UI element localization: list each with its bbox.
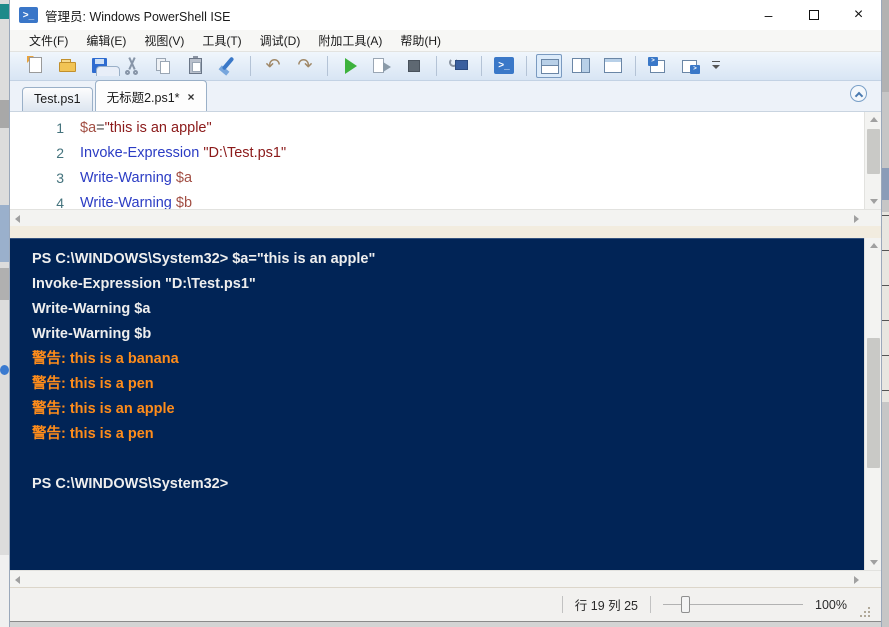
toolbar-separator [250, 56, 251, 76]
save-icon[interactable] [87, 54, 120, 78]
editor-vertical-scrollbar[interactable] [864, 112, 881, 209]
menu-item-6[interactable]: 帮助(H) [391, 30, 450, 51]
zoom-slider-thumb[interactable] [681, 595, 691, 613]
new-powershell-tab-icon[interactable]: > [645, 54, 671, 78]
minimize-button[interactable]: – [746, 0, 791, 30]
zoom-level: 100% [815, 597, 847, 612]
editor-line[interactable]: Write-Warning $a [80, 166, 864, 191]
toolbar-separator [635, 56, 636, 76]
clear-console-pane-icon[interactable] [215, 54, 241, 78]
start-powershell-icon[interactable]: >_ [491, 54, 517, 78]
show-script-pane-right-icon[interactable] [568, 54, 594, 78]
line-number: 2 [56, 145, 64, 161]
scroll-up-icon[interactable] [870, 243, 878, 248]
maximize-button[interactable] [791, 0, 836, 30]
line-number: 3 [56, 170, 64, 186]
script-code-area[interactable]: $a="this is an apple" Invoke-Expression "… [80, 112, 864, 211]
status-separator [561, 596, 563, 613]
resize-grip-icon[interactable] [859, 606, 871, 618]
tab-label: Test.ps1 [34, 92, 81, 106]
title-bar: >_ 管理员: Windows PowerShell ISE – × [10, 0, 881, 30]
toolbar-separator [436, 56, 437, 76]
toolbar-separator [481, 56, 482, 76]
run-selection-icon[interactable] [369, 54, 395, 78]
undo-icon[interactable]: ↶ [260, 54, 286, 78]
paste-icon[interactable] [183, 54, 209, 78]
console-line: Invoke-Expression "D:\Test.ps1" [32, 276, 256, 292]
scroll-right-icon[interactable] [854, 576, 859, 584]
window-bottom-edge [10, 621, 881, 627]
pane-splitter[interactable] [10, 226, 881, 238]
script-tab-0[interactable]: Test.ps1 [22, 87, 93, 111]
line-number: 1 [56, 120, 64, 136]
console-horizontal-scrollbar[interactable] [10, 570, 881, 587]
toolbar-separator [526, 56, 527, 76]
toolbar-overflow-icon[interactable] [709, 54, 723, 78]
redo-icon[interactable]: ↷ [292, 54, 318, 78]
cut-icon[interactable] [119, 54, 145, 78]
new-remote-powershell-tab-icon[interactable] [446, 54, 472, 78]
menu-item-0[interactable]: 文件(F) [20, 30, 77, 51]
collapse-script-pane-button[interactable] [850, 85, 867, 102]
background-window-right-edge [882, 0, 889, 627]
menu-item-2[interactable]: 视图(V) [135, 30, 193, 51]
background-window-left-edge [0, 0, 9, 627]
script-tab-strip: Test.ps1 无标题2.ps1* × [10, 80, 881, 111]
line-number-gutter: 1234 [10, 112, 80, 211]
console-scroll-thumb[interactable] [867, 338, 880, 468]
menu-bar: 文件(F) 编辑(E) 视图(V) 工具(T) 调试(D) 附加工具(A) 帮助(H) [10, 30, 881, 52]
copy-icon[interactable] [151, 54, 177, 78]
scroll-left-icon[interactable] [15, 576, 20, 584]
scroll-right-icon[interactable] [854, 215, 859, 223]
tab-label: 无标题2.ps1* [106, 91, 180, 105]
console-line: Write-Warning $b [32, 326, 152, 342]
chevron-up-icon [854, 91, 864, 101]
console-vertical-scrollbar[interactable] [864, 238, 881, 570]
status-separator [650, 596, 652, 613]
editor-line[interactable]: $a="this is an apple" [80, 116, 864, 141]
show-script-pane-top-icon[interactable] [536, 54, 562, 78]
editor-scroll-thumb[interactable] [867, 129, 880, 174]
menu-item-4[interactable]: 调试(D) [251, 30, 310, 51]
stop-operation-icon[interactable] [401, 54, 427, 78]
maximize-icon [808, 10, 819, 20]
menu-item-5[interactable]: 附加工具(A) [309, 30, 391, 51]
console-warning-line: 警告: this is a banana [32, 351, 179, 367]
console-warning-line: 警告: this is an apple [32, 401, 175, 417]
toolbar: ↶ ↷ >_ > > [10, 52, 881, 81]
editor-horizontal-scrollbar[interactable] [10, 209, 881, 226]
tab-close-icon[interactable]: × [188, 91, 195, 103]
console-line: Write-Warning $a [32, 301, 151, 317]
close-powershell-tab-icon[interactable]: > [677, 54, 703, 78]
run-script-icon[interactable] [337, 54, 363, 78]
menu-item-3[interactable]: 工具(T) [193, 30, 250, 51]
new-script-icon[interactable] [23, 54, 49, 78]
zoom-slider[interactable] [663, 595, 804, 615]
script-editor-pane[interactable]: 1234 $a="this is an apple" Invoke-Express… [10, 111, 881, 211]
powershell-ise-window: >_ 管理员: Windows PowerShell ISE – × 文件(F)… [9, 0, 882, 627]
script-tab-1[interactable]: 无标题2.ps1* × [94, 80, 207, 111]
console-warning-line: 警告: this is a pen [32, 426, 154, 442]
console-line: PS C:\WINDOWS\System32> [32, 476, 229, 492]
close-button[interactable]: × [836, 0, 881, 30]
scroll-left-icon[interactable] [15, 215, 20, 223]
status-bar: 行 19 列 25 100% [10, 587, 881, 621]
window-title: 管理员: Windows PowerShell ISE [45, 9, 231, 24]
console-line: PS C:\WINDOWS\System32> $a="this is an a… [32, 251, 376, 267]
powershell-app-icon: >_ [19, 7, 38, 23]
menu-item-1[interactable]: 编辑(E) [77, 30, 135, 51]
editor-line[interactable]: Invoke-Expression "D:\Test.ps1" [80, 141, 864, 166]
scroll-down-icon[interactable] [870, 560, 878, 565]
open-script-icon[interactable] [55, 54, 81, 78]
scroll-down-icon[interactable] [870, 199, 878, 204]
cursor-position: 行 19 列 25 [574, 599, 639, 613]
scroll-up-icon[interactable] [870, 117, 878, 122]
toolbar-separator [327, 56, 328, 76]
console-warning-line: 警告: this is a pen [32, 376, 154, 392]
show-script-pane-maximized-icon[interactable] [600, 54, 626, 78]
console-pane[interactable]: PS C:\WINDOWS\System32> $a="this is an a… [10, 238, 864, 570]
